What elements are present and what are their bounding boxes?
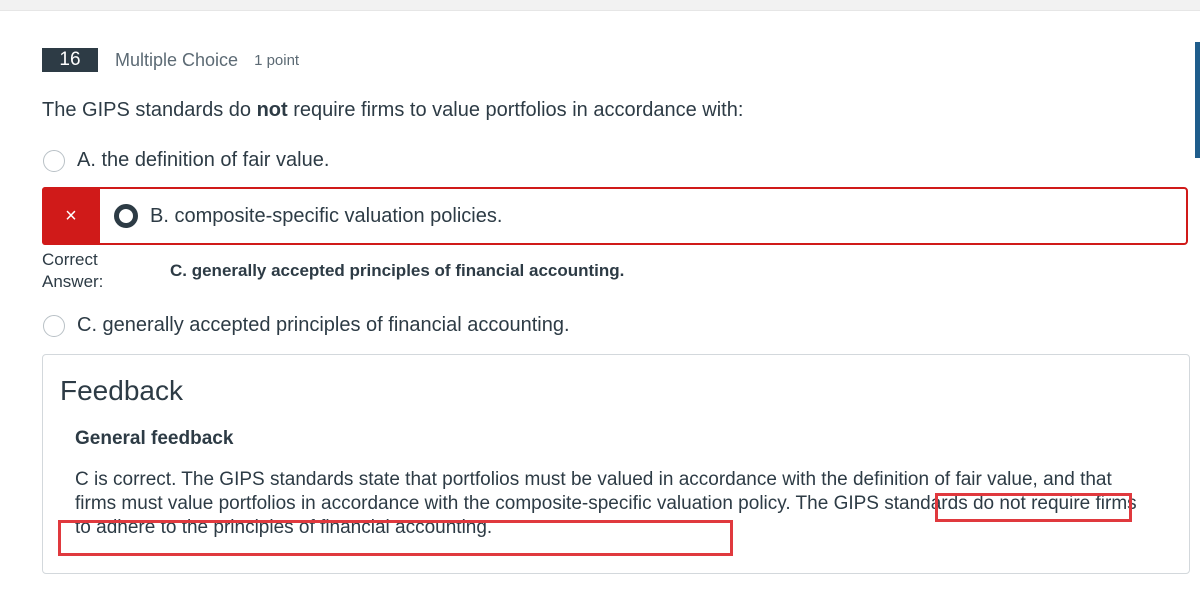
option-c[interactable]: C. generally accepted principles of fina… bbox=[43, 314, 570, 337]
selected-incorrect-answer: × B. composite-specific valuation polici… bbox=[42, 187, 1188, 245]
radio-a[interactable] bbox=[43, 149, 65, 172]
radio-b-selected[interactable] bbox=[114, 204, 138, 228]
option-a[interactable]: A. the definition of fair value. bbox=[43, 149, 329, 172]
option-c-label: C. generally accepted principles of fina… bbox=[77, 314, 570, 336]
question-number: 16 bbox=[42, 48, 98, 72]
option-b-label: B. composite-specific valuation policies… bbox=[150, 204, 503, 227]
option-a-label: A. the definition of fair value. bbox=[77, 149, 330, 171]
option-b[interactable]: B. composite-specific valuation policies… bbox=[114, 204, 502, 228]
correct-answer-text: C. generally accepted principles of fina… bbox=[170, 261, 625, 280]
incorrect-x-icon: × bbox=[42, 187, 100, 245]
highlight-box-2 bbox=[58, 520, 733, 556]
radio-c[interactable] bbox=[43, 314, 65, 337]
question-header: 16 Multiple Choice 1 point bbox=[42, 48, 299, 72]
question-points: 1 point bbox=[254, 51, 300, 69]
question-type: Multiple Choice bbox=[115, 49, 239, 70]
question-emphasis: not bbox=[256, 99, 288, 121]
correct-answer-label: Correct Answer: bbox=[42, 250, 104, 291]
highlight-box-1 bbox=[935, 493, 1132, 522]
scrollbar[interactable] bbox=[1195, 42, 1200, 158]
question-text: The GIPS standards do not require firms … bbox=[42, 99, 744, 121]
feedback-title: Feedback bbox=[60, 375, 183, 406]
feedback-subtitle: General feedback bbox=[75, 428, 234, 449]
